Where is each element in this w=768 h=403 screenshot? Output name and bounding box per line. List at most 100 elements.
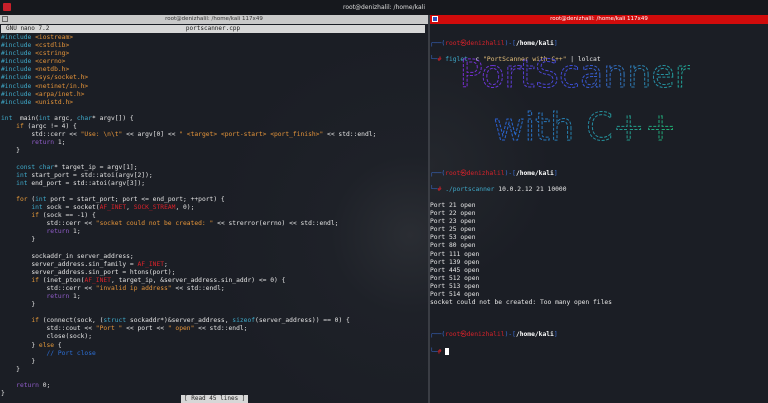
pane-menu-icon[interactable] — [432, 16, 438, 22]
code-token: #include — [1, 98, 36, 106]
left-terminal-pane[interactable]: root@denizhalil: /home/kali 117x49 GNU n… — [0, 15, 428, 403]
figlet-ascii-art: PortScanner with C++ — [460, 52, 690, 150]
code-line: server_address.sin_family = AF_INET; — [1, 261, 376, 269]
output-line: Port 21 open — [430, 201, 476, 209]
code-token: int — [1, 114, 13, 122]
code-line: for (int port = start_port; port <= end_… — [1, 196, 376, 204]
code-line: sockaddr_in server_address; — [1, 253, 376, 261]
code-token: server_address.sin_port = htons(port); — [1, 268, 176, 276]
code-line: #include <netinet/in.h> — [1, 83, 376, 91]
code-line: if (argc != 4) { — [1, 123, 376, 131]
code-editor[interactable]: #include <iostream> #include <cstdlib> #in… — [1, 34, 376, 398]
right-terminal-pane[interactable]: root@denizhalil: /home/kali 117x49 ┌──(r… — [430, 15, 768, 403]
code-token: (connect(sock, ( — [38, 317, 104, 325]
code-line: #include <cstring> — [1, 50, 376, 58]
code-token: std::cerr << — [1, 284, 96, 292]
code-token: int — [16, 179, 28, 187]
code-line: return 0; — [1, 382, 376, 390]
code-token: << port << — [122, 325, 168, 333]
code-token: , target_ip, &server_address.sin_addr) <… — [110, 276, 286, 284]
code-line: #include <cstdlib> — [1, 42, 376, 50]
code-token: SOCK_STREAM — [133, 203, 176, 211]
code-token: sizeof — [232, 317, 256, 325]
code-token: <arpa/inet.h> — [35, 90, 85, 98]
code-token: return — [46, 293, 70, 300]
code-line: #include <netdb.h> — [1, 66, 376, 74]
output-line: Port 111 open — [430, 250, 480, 258]
code-line: #include <sys/socket.h> — [1, 74, 376, 82]
code-token: } — [1, 357, 36, 365]
code-token: <netinet/in.h> — [35, 82, 89, 90]
code-line: std::cerr << "socket could not be create… — [1, 220, 376, 228]
code-token: int — [35, 195, 47, 203]
code-line: } — [1, 366, 376, 374]
code-line: #include <unistd.h> — [1, 99, 376, 107]
code-token: sock = socket( — [42, 203, 100, 211]
output-line: Port 80 open — [430, 242, 476, 250]
prompt-line: ┌──(root㉿denizhalil)-[/home/kali] — [430, 40, 558, 48]
window-title: root@denizhalil: /home/kali — [343, 4, 425, 11]
code-token: if — [31, 317, 39, 325]
code-token: <cstring> — [35, 50, 70, 58]
code-token: " <target> <port-start> <port_finish>" — [179, 131, 324, 139]
code-line: if (connect(sock, (struct sockaddr*)&ser… — [1, 317, 376, 325]
code-line: std::cerr << "invalid ip address" << std… — [1, 285, 376, 293]
pane-menu-icon[interactable] — [2, 16, 8, 22]
left-pane-titlebar: root@denizhalil: /home/kali 117x49 — [0, 15, 428, 24]
code-line: } else { — [1, 342, 376, 350]
code-line: #include <cerrno> — [1, 58, 376, 66]
code-line: #include <arpa/inet.h> — [1, 91, 376, 99]
code-token: << std::endl; — [171, 284, 225, 292]
code-token: int — [16, 171, 28, 179]
code-token: close(sock); — [1, 333, 92, 341]
code-token: "invalid ip address" — [95, 284, 172, 292]
code-token: "Use: \n\t" — [80, 131, 123, 139]
code-token: << std::endl; — [194, 325, 248, 333]
output-line: Port 25 open — [430, 226, 476, 234]
output-line: Port 512 open — [430, 274, 480, 282]
code-token: ; — [164, 260, 168, 268]
code-token: int — [31, 203, 43, 211]
code-line: if (inet_pton(AF_INET, target_ip, &serve… — [1, 277, 376, 285]
text-cursor — [445, 347, 450, 355]
command-line[interactable]: └─# — [430, 347, 612, 357]
command-line: └─# ./portscanner 10.0.2.12 21 10000 — [430, 185, 567, 193]
code-token: } — [1, 301, 36, 309]
output-line: socket could not be created: Too many op… — [430, 299, 612, 307]
code-line: int start_port = std::atoi(argv[2]); — [1, 172, 376, 180]
output-line: Port 23 open — [430, 218, 476, 226]
code-token: * argv[]) { — [92, 114, 134, 122]
code-token: 0; — [38, 382, 51, 390]
code-line: int sock = socket(AF_INET, SOCK_STREAM, … — [1, 204, 376, 212]
terminal-app-icon[interactable] — [3, 3, 11, 11]
code-token: #include — [1, 74, 36, 82]
code-token: if — [31, 276, 39, 284]
code-token: , — [126, 203, 134, 211]
code-line: } — [1, 147, 376, 155]
code-token: int — [38, 114, 51, 122]
code-token: <iostream> — [35, 34, 74, 41]
code-line: } — [1, 358, 376, 366]
art-line-1: PortScanner — [460, 52, 690, 96]
code-token: <cstdlib> — [35, 42, 70, 50]
code-token: #include — [1, 90, 36, 98]
code-token: " open" — [167, 325, 195, 333]
code-token: (sock == -1) { — [38, 212, 96, 220]
code-line: return 1; — [1, 228, 376, 236]
code-line: std::cout << "Port " << port << " open" … — [1, 325, 376, 333]
art-line-2: with C++ — [494, 105, 677, 149]
code-token: <netdb.h> — [35, 66, 70, 74]
code-line: close(sock); — [1, 333, 376, 341]
code-token: if — [16, 123, 24, 131]
code-token: } — [1, 365, 20, 373]
code-line: return 1; — [1, 293, 376, 301]
code-token: return — [16, 382, 39, 390]
prompt-line: ┌──(root㉿denizhalil)-[/home/kali] — [430, 169, 558, 177]
